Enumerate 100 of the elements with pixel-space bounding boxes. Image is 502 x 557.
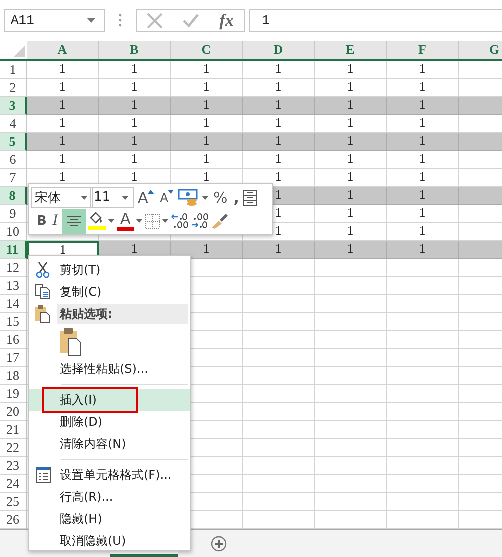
empty-cell <box>243 313 315 331</box>
money-icon[interactable] <box>178 188 200 206</box>
comma-button[interactable]: , <box>232 186 242 208</box>
empty-cell <box>315 349 387 367</box>
menu-item[interactable]: 复制(C) <box>29 281 190 303</box>
column-header[interactable]: E <box>315 41 387 59</box>
brush-icon[interactable] <box>210 212 229 230</box>
empty-cell <box>315 403 387 421</box>
table-cell: 1 <box>387 205 459 223</box>
decrease-decimal-icon[interactable] <box>190 213 209 229</box>
add-sheet-icon[interactable] <box>211 536 227 552</box>
empty-cell <box>315 457 387 475</box>
row-number[interactable]: 1 <box>0 61 27 79</box>
empty-cell <box>315 295 387 313</box>
format-cells-icon <box>36 467 50 483</box>
font-field[interactable]: 宋体 <box>31 187 93 208</box>
table-cell: 1 <box>243 97 315 115</box>
formula-field[interactable]: 1 <box>249 9 502 32</box>
table-cell: 1 <box>243 151 315 169</box>
percent-button[interactable]: % <box>211 186 230 208</box>
table-cell: 1 <box>315 205 387 223</box>
row-number[interactable]: 21 <box>0 421 27 439</box>
menu-item[interactable]: 插入(I) <box>29 389 190 411</box>
row-number[interactable]: 25 <box>0 493 27 511</box>
menu-item[interactable]: 清除内容(N) <box>29 433 190 455</box>
empty-cell <box>243 403 315 421</box>
caret-icon[interactable] <box>136 219 143 223</box>
menu-item[interactable]: 删除(D) <box>29 411 190 433</box>
align-center-icon <box>67 216 82 226</box>
row-number[interactable]: 24 <box>0 475 27 493</box>
column-header[interactable]: D <box>243 41 315 59</box>
empty-cell <box>315 385 387 403</box>
column-header[interactable]: C <box>171 41 243 59</box>
menu-item[interactable]: 剪切(T) <box>29 259 190 281</box>
empty-cell <box>243 367 315 385</box>
caret-icon[interactable] <box>87 18 96 23</box>
grow-font-button[interactable]: A <box>136 186 156 208</box>
table-cell: 1 <box>315 61 387 79</box>
row-number[interactable]: 23 <box>0 457 27 475</box>
table-cell: 1 <box>243 61 315 79</box>
caret-icon[interactable] <box>122 196 129 200</box>
scissors-icon <box>35 262 51 278</box>
row-number[interactable]: 16 <box>0 331 27 349</box>
table-cell: 1 <box>315 187 387 205</box>
empty-cell <box>387 439 459 457</box>
increase-decimal-icon[interactable] <box>170 213 189 229</box>
table-cell: 1 <box>99 133 171 151</box>
empty-cell <box>315 421 387 439</box>
empty-cell <box>243 421 315 439</box>
empty-cell <box>243 457 315 475</box>
italic-button[interactable]: I <box>50 210 60 232</box>
row-number[interactable]: 15 <box>0 313 27 331</box>
clipboard-icon[interactable] <box>60 326 82 356</box>
row-number[interactable]: 13 <box>0 277 27 295</box>
column-header[interactable]: B <box>99 41 171 59</box>
empty-cell <box>315 331 387 349</box>
borders-icon[interactable] <box>144 214 160 228</box>
row-number[interactable]: 5 <box>0 133 27 151</box>
row-number[interactable]: 17 <box>0 349 27 367</box>
empty-cell <box>243 259 315 277</box>
row-number[interactable]: 12 <box>0 259 27 277</box>
drag-handle-icon[interactable] <box>119 14 122 27</box>
insert-function-button[interactable]: fx <box>220 10 234 30</box>
menu-item[interactable]: 选择性粘贴(S)... <box>29 358 190 380</box>
shrink-font-button[interactable]: A <box>158 186 176 208</box>
name-box[interactable]: A11 <box>4 9 105 32</box>
caret-icon[interactable] <box>202 196 210 200</box>
row-number[interactable]: 14 <box>0 295 27 313</box>
font-color-button[interactable]: A <box>117 211 134 231</box>
menu-item[interactable]: 隐藏(H) <box>29 508 190 530</box>
row-number[interactable]: 20 <box>0 403 27 421</box>
check-icon[interactable] <box>183 14 200 28</box>
empty-cell <box>387 313 459 331</box>
bold-button[interactable]: B <box>35 210 49 232</box>
fill-color-icon[interactable] <box>88 211 106 231</box>
row-number[interactable]: 18 <box>0 367 27 385</box>
table-cell: 1 <box>315 151 387 169</box>
row-number[interactable]: 11 <box>0 241 27 259</box>
empty-cell <box>243 277 315 295</box>
row-number[interactable]: 22 <box>0 439 27 457</box>
row-number[interactable]: 6 <box>0 151 27 169</box>
column-header[interactable]: F <box>387 41 459 59</box>
column-header[interactable]: G <box>459 41 502 59</box>
menu-item[interactable]: 行高(R)... <box>29 486 190 508</box>
row-number[interactable]: 3 <box>0 97 27 115</box>
menu-item[interactable]: 设置单元格格式(F)... <box>29 464 190 486</box>
empty-cell <box>387 385 459 403</box>
caret-icon[interactable] <box>162 219 169 223</box>
copy-icon <box>35 284 51 300</box>
table-icon[interactable] <box>243 190 258 206</box>
caret-icon[interactable] <box>81 196 88 200</box>
align-center-button[interactable] <box>62 208 86 234</box>
row-number[interactable]: 8 <box>0 187 27 205</box>
row-number[interactable]: 9 <box>0 205 27 223</box>
font-size-field[interactable]: 11 <box>90 187 134 208</box>
table-cell: 1 <box>27 133 99 151</box>
caret-icon[interactable] <box>108 219 116 223</box>
empty-cell <box>315 475 387 493</box>
row-number[interactable]: 19 <box>0 385 27 403</box>
column-header[interactable]: A <box>27 41 99 59</box>
